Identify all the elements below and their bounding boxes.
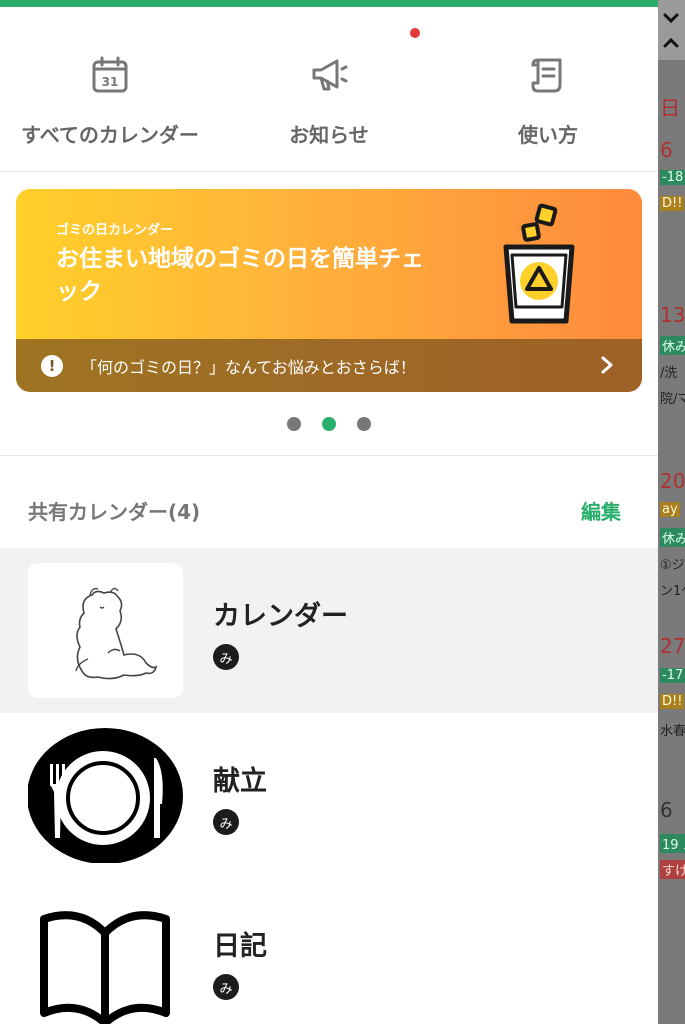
chevron-right-icon <box>601 356 613 374</box>
event-label: 19 ス <box>660 834 685 853</box>
date-label: 6 <box>660 798 673 822</box>
scroll-icon <box>531 58 562 93</box>
plate-fork-knife-icon <box>28 728 183 863</box>
event-label: ay <box>660 502 680 517</box>
calendar-row[interactable]: カレンダー み <box>0 548 658 713</box>
news-button[interactable]: お知らせ <box>220 45 438 155</box>
event-label: ン1ケ <box>660 584 685 599</box>
event-label: D!! <box>660 196 685 211</box>
banner-small-label: ゴミの日カレンダー <box>56 223 174 238</box>
date-label: 6 <box>660 138 673 162</box>
divider <box>0 455 658 456</box>
shared-calendars-header: 共有カレンダー(4) 編集 <box>0 486 658 534</box>
notification-dot <box>410 28 420 38</box>
event-label: ①ジ <box>660 558 685 573</box>
calendar-thumbnail <box>28 893 183 1024</box>
event-label: -17 <box>660 668 685 683</box>
event-label: すけ <box>660 860 685 879</box>
megaphone-icon <box>312 59 348 91</box>
how-to-label: 使い方 <box>518 123 578 147</box>
all-calendars-label: すべてのカレンダー <box>21 123 199 147</box>
banner-footer-text: 「何のゴミの日？」なんてお悩みとおさらば！ <box>81 357 416 377</box>
calendar-row[interactable]: 献立 み <box>0 713 658 878</box>
banner-footer[interactable]: ! 「何のゴミの日？」なんてお悩みとおさらば！ <box>16 339 642 392</box>
event-label: 水春 <box>660 724 685 739</box>
event-label: 休み <box>660 528 685 547</box>
calendar-thumbnail <box>28 563 183 698</box>
side-drawer: 31 すべてのカレンダー お知らせ 使い方 ゴミの日カレンダー お住まい地域のゴ… <box>0 0 658 1024</box>
moomin-sketch-image <box>75 587 158 680</box>
event-label: D!! <box>660 694 685 709</box>
event-label: 院/マ <box>660 392 685 407</box>
calendar-icon-day: 31 <box>102 75 119 89</box>
garbage-day-banner[interactable]: ゴミの日カレンダー お住まい地域のゴミの日を簡単チェック ! 「何のゴミの日？」… <box>16 189 642 392</box>
date-label: 13 <box>660 303 685 327</box>
open-book-icon <box>40 911 170 1024</box>
calendar-row[interactable]: 日記 み <box>0 878 658 1024</box>
how-to-button[interactable]: 使い方 <box>438 45 658 155</box>
event-label: /洗 <box>660 366 678 381</box>
event-label: 休み <box>660 336 685 355</box>
edit-button[interactable]: 編集 <box>581 496 621 525</box>
carousel-dot[interactable] <box>357 417 371 431</box>
banner-title: お住まい地域のゴミの日を簡単チェック <box>56 246 424 305</box>
calendar-nav <box>658 0 685 60</box>
member-avatar: み <box>213 974 239 1000</box>
date-label: 27 <box>660 634 685 658</box>
top-accent-bar <box>0 0 658 7</box>
calendar-icon: 31 <box>92 56 128 93</box>
calendar-name: 献立 <box>213 766 267 797</box>
info-icon: ! <box>41 354 63 377</box>
divider <box>0 171 658 172</box>
section-title: 共有カレンダー(4) <box>28 500 201 524</box>
calendar-name: 日記 <box>213 931 267 962</box>
event-label: -18 <box>660 170 685 185</box>
calendar-thumbnail <box>28 728 183 863</box>
carousel-dot[interactable] <box>287 417 301 431</box>
date-label: 20 <box>660 469 685 493</box>
calendar-name: カレンダー <box>213 601 348 632</box>
all-calendars-button[interactable]: 31 すべてのカレンダー <box>0 45 220 155</box>
chevron-icons <box>663 13 679 48</box>
news-label: お知らせ <box>289 123 369 147</box>
member-avatar: み <box>213 644 239 670</box>
member-avatar: み <box>213 809 239 835</box>
quick-menu: 31 すべてのカレンダー お知らせ 使い方 <box>0 45 658 165</box>
weekday-header: 日 <box>660 96 680 120</box>
background-calendar[interactable]: 日 6 -18 D!! 13 休み /洗 院/マ 20 ay 休み ①ジ ン1ケ… <box>658 0 685 1024</box>
carousel-dot[interactable] <box>322 417 336 431</box>
trash-can-icon <box>503 203 575 324</box>
carousel-pagination <box>0 417 658 431</box>
